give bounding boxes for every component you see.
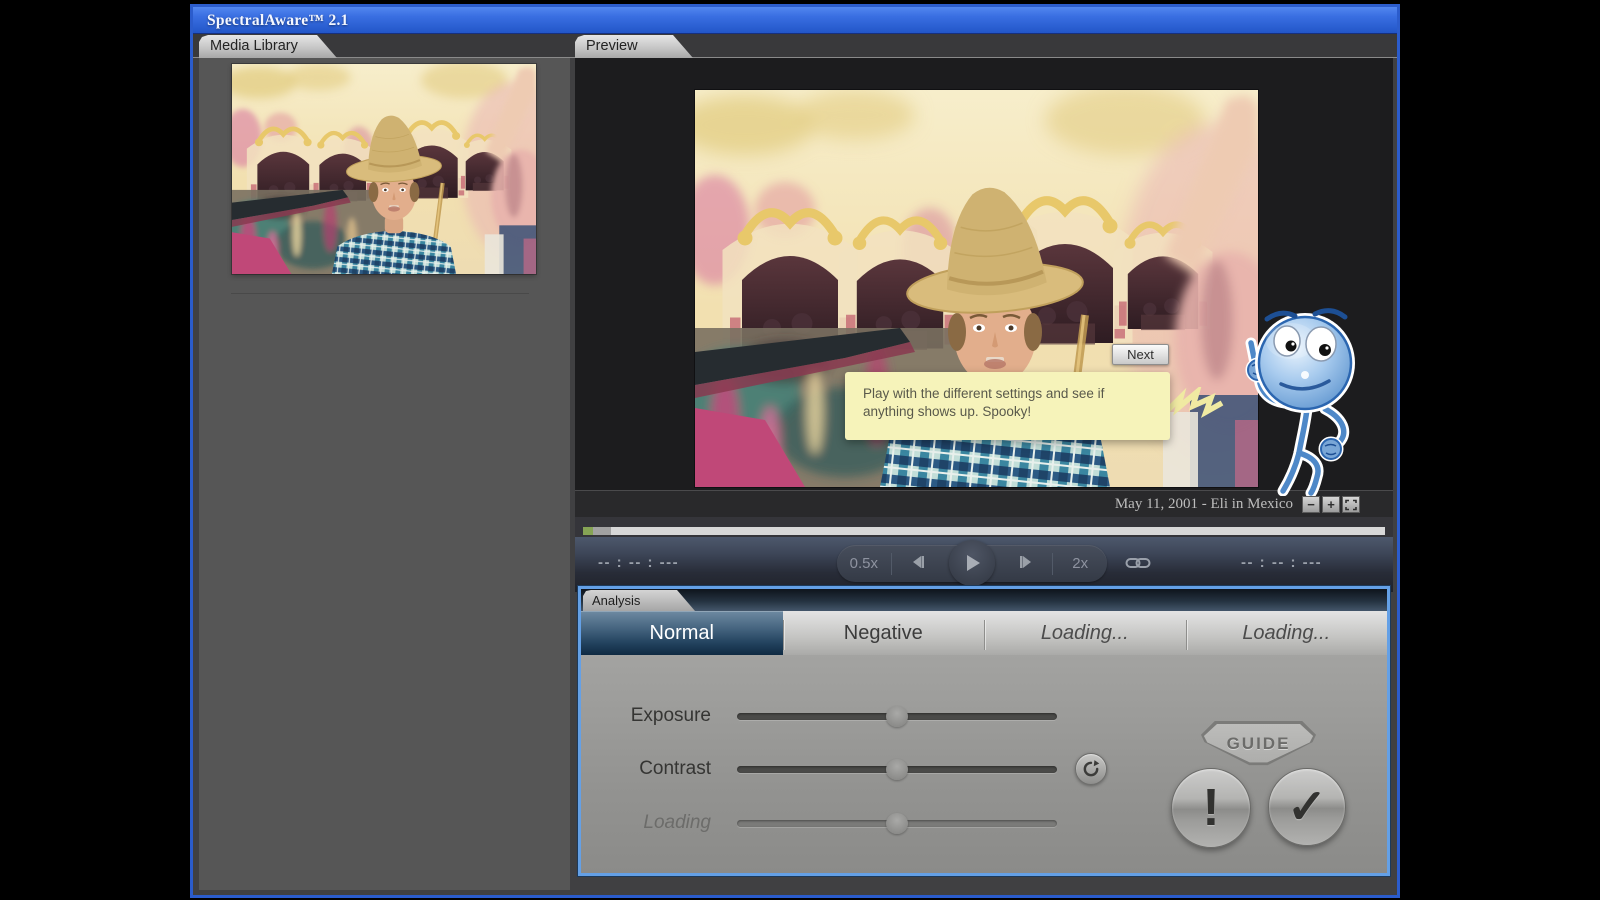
next-button[interactable]: Next bbox=[1112, 344, 1169, 365]
confirm-button[interactable]: ✓ bbox=[1268, 768, 1346, 846]
playback-bar: -- : -- : --- 0.5x 2x -- : -- : --- bbox=[575, 537, 1393, 592]
loading-slider-thumb[interactable] bbox=[886, 813, 908, 834]
scrubber-area bbox=[575, 517, 1393, 537]
thumbnail-divider bbox=[231, 293, 529, 294]
loading-slider-label: Loading bbox=[581, 812, 711, 834]
loop-icon bbox=[1125, 555, 1151, 571]
tab-analysis-label: Analysis bbox=[592, 593, 640, 608]
tutorial-tooltip: Play with the different settings and see… bbox=[845, 372, 1170, 440]
analysis-mode-tabs: Normal Negative Loading... Loading... bbox=[581, 611, 1387, 655]
tab-media-library[interactable]: Media Library bbox=[199, 35, 337, 58]
tutorial-tooltip-text: Play with the different settings and see… bbox=[863, 386, 1104, 419]
step-forward-icon bbox=[1018, 554, 1034, 570]
loading-slider[interactable] bbox=[737, 820, 1057, 827]
contrast-label: Contrast bbox=[581, 758, 711, 780]
app-title: SpectralAware™ 2.1 bbox=[207, 7, 349, 34]
mascot-character bbox=[1221, 291, 1371, 496]
tab-preview[interactable]: Preview bbox=[575, 35, 693, 58]
step-back-button[interactable] bbox=[892, 554, 946, 574]
mode-tab-negative[interactable]: Negative bbox=[783, 611, 985, 655]
reset-icon bbox=[1080, 758, 1102, 780]
app-window: SpectralAware™ 2.1 Media Library Preview bbox=[190, 4, 1400, 898]
play-icon bbox=[961, 552, 983, 574]
remaining-timecode: -- : -- : --- bbox=[1241, 554, 1322, 571]
contrast-slider-thumb[interactable] bbox=[886, 759, 908, 780]
analysis-body: Exposure Contrast Loading GUIDE ! ✓ bbox=[581, 655, 1387, 873]
elapsed-timecode: -- : -- : --- bbox=[598, 554, 679, 571]
scrubber-track[interactable] bbox=[583, 527, 1385, 535]
tab-preview-label: Preview bbox=[586, 38, 638, 54]
play-button[interactable] bbox=[949, 540, 995, 586]
mode-tab-normal[interactable]: Normal bbox=[581, 611, 783, 655]
transport-controls: 0.5x 2x bbox=[837, 545, 1107, 582]
fullscreen-icon bbox=[1345, 499, 1357, 511]
exposure-slider-thumb[interactable] bbox=[886, 706, 908, 727]
titlebar[interactable]: SpectralAware™ 2.1 bbox=[193, 7, 1397, 34]
zoom-in-button[interactable]: + bbox=[1322, 496, 1340, 513]
exposure-slider[interactable] bbox=[737, 713, 1057, 720]
tab-media-library-label: Media Library bbox=[210, 38, 298, 54]
step-back-icon bbox=[910, 554, 926, 570]
media-thumbnail[interactable] bbox=[232, 64, 536, 274]
tooltip-pointer-zigzag bbox=[1165, 387, 1225, 429]
plus-icon: + bbox=[1327, 497, 1335, 512]
contrast-slider[interactable] bbox=[737, 766, 1057, 773]
tab-strip bbox=[193, 34, 1397, 58]
exposure-label: Exposure bbox=[581, 705, 711, 727]
scrubber-handle[interactable] bbox=[593, 527, 611, 535]
mode-tab-loading-1[interactable]: Loading... bbox=[984, 611, 1186, 655]
fast-speed-button[interactable]: 2x bbox=[1053, 555, 1107, 572]
preview-zoom-controls: − + bbox=[1302, 496, 1360, 513]
mode-tab-loading-2[interactable]: Loading... bbox=[1186, 611, 1388, 655]
guide-button-face: GUIDE bbox=[1204, 724, 1313, 764]
reset-contrast-button[interactable] bbox=[1075, 753, 1107, 785]
fullscreen-button[interactable] bbox=[1342, 496, 1360, 513]
loop-button[interactable] bbox=[1123, 551, 1153, 575]
guide-button[interactable]: GUIDE bbox=[1201, 721, 1316, 767]
tab-analysis[interactable]: Analysis bbox=[583, 590, 695, 611]
analysis-header: Analysis bbox=[581, 589, 1387, 611]
slow-speed-button[interactable]: 0.5x bbox=[837, 555, 891, 572]
minus-icon: − bbox=[1307, 497, 1315, 512]
alert-icon: ! bbox=[1202, 778, 1219, 838]
alert-button[interactable]: ! bbox=[1171, 768, 1251, 848]
analysis-panel: Analysis Normal Negative Loading... Load… bbox=[578, 586, 1390, 876]
zoom-out-button[interactable]: − bbox=[1302, 496, 1320, 513]
step-forward-button[interactable] bbox=[999, 554, 1053, 574]
check-icon: ✓ bbox=[1287, 779, 1327, 835]
media-library-panel bbox=[199, 58, 570, 890]
